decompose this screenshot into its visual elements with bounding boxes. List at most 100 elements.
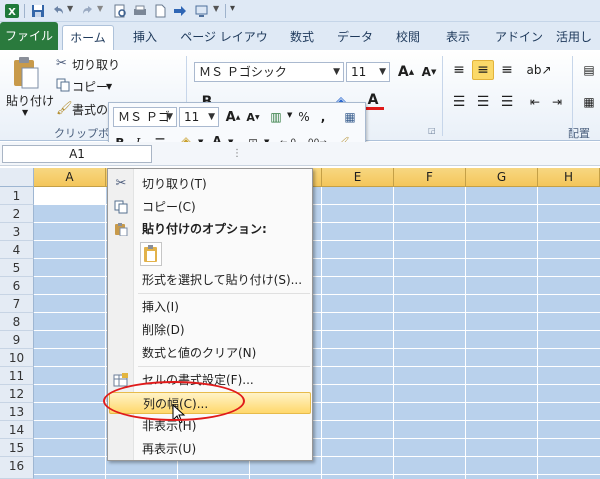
- column-header-h[interactable]: H: [538, 168, 600, 187]
- column-header-g[interactable]: G: [466, 168, 538, 187]
- annotation-circle: [103, 381, 245, 421]
- mini-grow-font-icon[interactable]: A ▲: [223, 107, 243, 127]
- merge-center-icon[interactable]: ▦: [578, 92, 600, 112]
- row-header-7[interactable]: 7: [0, 295, 34, 313]
- wrap-text-icon[interactable]: ▤: [578, 60, 600, 80]
- mini-currency-dropdown-icon[interactable]: ▼: [287, 111, 292, 119]
- paste-option-icon: [144, 245, 157, 262]
- menu-item-copy[interactable]: コピー(C): [108, 196, 312, 218]
- tab-formulas[interactable]: 数式: [282, 25, 322, 50]
- mini-font-size-combo[interactable]: 11 ▼: [179, 107, 219, 127]
- align-right-icon[interactable]: ☰: [496, 92, 518, 112]
- formula-bar: A1 ⋮: [0, 142, 600, 166]
- row-header-8[interactable]: 8: [0, 313, 34, 331]
- row-header-16[interactable]: 16: [0, 457, 34, 479]
- mini-currency-icon[interactable]: ▥: [265, 107, 287, 127]
- svg-text:X: X: [8, 7, 16, 18]
- align-bottom-icon[interactable]: ≡: [496, 60, 518, 80]
- font-dialog-launcher-icon[interactable]: ◲: [428, 126, 436, 135]
- mini-comma-button[interactable]: ,: [315, 107, 331, 127]
- paste-dropdown-icon[interactable]: ▼: [22, 108, 28, 117]
- quick-access-toolbar: X ▼ ▼ ▼ ▾: [0, 0, 600, 22]
- align-middle-icon[interactable]: ≡: [472, 60, 494, 80]
- row-header-14[interactable]: 14: [0, 421, 34, 439]
- undo-dropdown-icon[interactable]: ▼: [67, 4, 73, 13]
- font-size-value: 11: [351, 65, 367, 79]
- mini-percent-button[interactable]: %: [295, 107, 313, 127]
- align-center-icon[interactable]: ☰: [472, 92, 494, 112]
- tab-insert[interactable]: 挿入: [122, 25, 168, 50]
- tab-review[interactable]: 校閲: [388, 25, 428, 50]
- arrow-right-icon[interactable]: [172, 3, 188, 19]
- row-header-6[interactable]: 6: [0, 277, 34, 295]
- select-all-corner[interactable]: [0, 168, 34, 187]
- tab-utilize[interactable]: 活用し: [556, 25, 600, 50]
- menu-item-insert[interactable]: 挿入(I): [108, 296, 312, 318]
- paste-button-label[interactable]: 貼り付け: [6, 92, 54, 109]
- copy-dropdown-icon[interactable]: ▼: [106, 82, 112, 91]
- paste-icon[interactable]: [10, 56, 42, 90]
- capture-dropdown-icon[interactable]: ▼: [213, 4, 219, 13]
- scissors-icon: ✂: [56, 56, 67, 71]
- active-cell-a1[interactable]: [34, 187, 106, 205]
- cut-button[interactable]: 切り取り: [72, 56, 120, 73]
- copy-icon: [56, 78, 70, 92]
- row-header-2[interactable]: 2: [0, 205, 34, 223]
- scissors-icon: ✂: [115, 176, 127, 191]
- mini-shrink-font-icon[interactable]: A ▼: [243, 107, 263, 127]
- menu-item-clear-contents[interactable]: 数式と値のクリア(N): [108, 342, 312, 364]
- row-header-15[interactable]: 15: [0, 439, 34, 457]
- tab-file[interactable]: ファイル: [0, 22, 58, 50]
- redo-icon[interactable]: [80, 3, 96, 19]
- row-header-10[interactable]: 10: [0, 349, 34, 367]
- menu-item-unhide[interactable]: 再表示(U): [108, 438, 312, 460]
- column-header-a[interactable]: A: [34, 168, 106, 187]
- mini-font-name-value: ＭＳ Ｐゴ: [118, 110, 170, 124]
- align-left-icon[interactable]: ☰: [448, 92, 470, 112]
- mini-format-table-icon[interactable]: ▦: [339, 107, 361, 127]
- column-header-f[interactable]: F: [394, 168, 466, 187]
- row-header-9[interactable]: 9: [0, 331, 34, 349]
- tab-page-layout[interactable]: ページ レイアウト: [176, 25, 272, 68]
- row-header-11[interactable]: 11: [0, 367, 34, 385]
- menu-item-delete[interactable]: 削除(D): [108, 319, 312, 341]
- tab-view[interactable]: 表示: [438, 25, 478, 50]
- align-top-icon[interactable]: ≡: [448, 60, 470, 80]
- menu-item-cut[interactable]: ✂ 切り取り(T): [108, 173, 312, 195]
- row-header-13[interactable]: 13: [0, 403, 34, 421]
- row-header-12[interactable]: 12: [0, 385, 34, 403]
- menu-item-paste-special[interactable]: 形式を選択して貼り付け(S)...: [108, 269, 312, 291]
- increase-indent-icon[interactable]: ⇥: [546, 92, 568, 112]
- font-size-combo[interactable]: 11 ▼: [346, 62, 390, 82]
- format-painter-button[interactable]: 書式の: [72, 101, 108, 118]
- shrink-font-icon[interactable]: A ▼: [418, 62, 440, 82]
- print-preview-icon[interactable]: [112, 3, 128, 19]
- copy-button[interactable]: コピー: [72, 78, 108, 95]
- column-header-e[interactable]: E: [322, 168, 394, 187]
- tab-addins[interactable]: アドイン: [490, 25, 548, 50]
- orientation-icon[interactable]: ab↗: [526, 60, 551, 80]
- mini-font-name-combo[interactable]: ＭＳ Ｐゴ ▼: [113, 107, 177, 127]
- formula-bar-splitter-icon[interactable]: ⋮: [232, 148, 242, 159]
- undo-icon[interactable]: [50, 3, 66, 19]
- redo-dropdown-icon[interactable]: ▼: [97, 4, 103, 13]
- row-header-4[interactable]: 4: [0, 241, 34, 259]
- row-header-3[interactable]: 3: [0, 223, 34, 241]
- tab-data[interactable]: データ: [332, 25, 378, 50]
- row-header-5[interactable]: 5: [0, 259, 34, 277]
- name-box[interactable]: A1: [2, 145, 152, 163]
- excel-logo-icon: X: [5, 4, 19, 18]
- new-document-icon[interactable]: [152, 3, 168, 19]
- save-icon[interactable]: [30, 3, 46, 19]
- grow-font-icon[interactable]: A ▲: [395, 62, 417, 82]
- tab-home[interactable]: ホーム: [62, 25, 114, 50]
- customize-qat-icon[interactable]: ▾: [230, 3, 235, 14]
- font-name-value: ＭＳ Ｐゴシック: [199, 65, 287, 79]
- screen-capture-icon[interactable]: [194, 3, 210, 19]
- font-name-combo[interactable]: ＭＳ Ｐゴシック ▼: [194, 62, 344, 82]
- quick-print-icon[interactable]: [132, 3, 148, 19]
- mini-font-size-value: 11: [184, 110, 200, 124]
- row-header-1[interactable]: 1: [0, 187, 34, 205]
- paste-option-button[interactable]: [140, 242, 162, 266]
- decrease-indent-icon[interactable]: ⇤: [524, 92, 546, 112]
